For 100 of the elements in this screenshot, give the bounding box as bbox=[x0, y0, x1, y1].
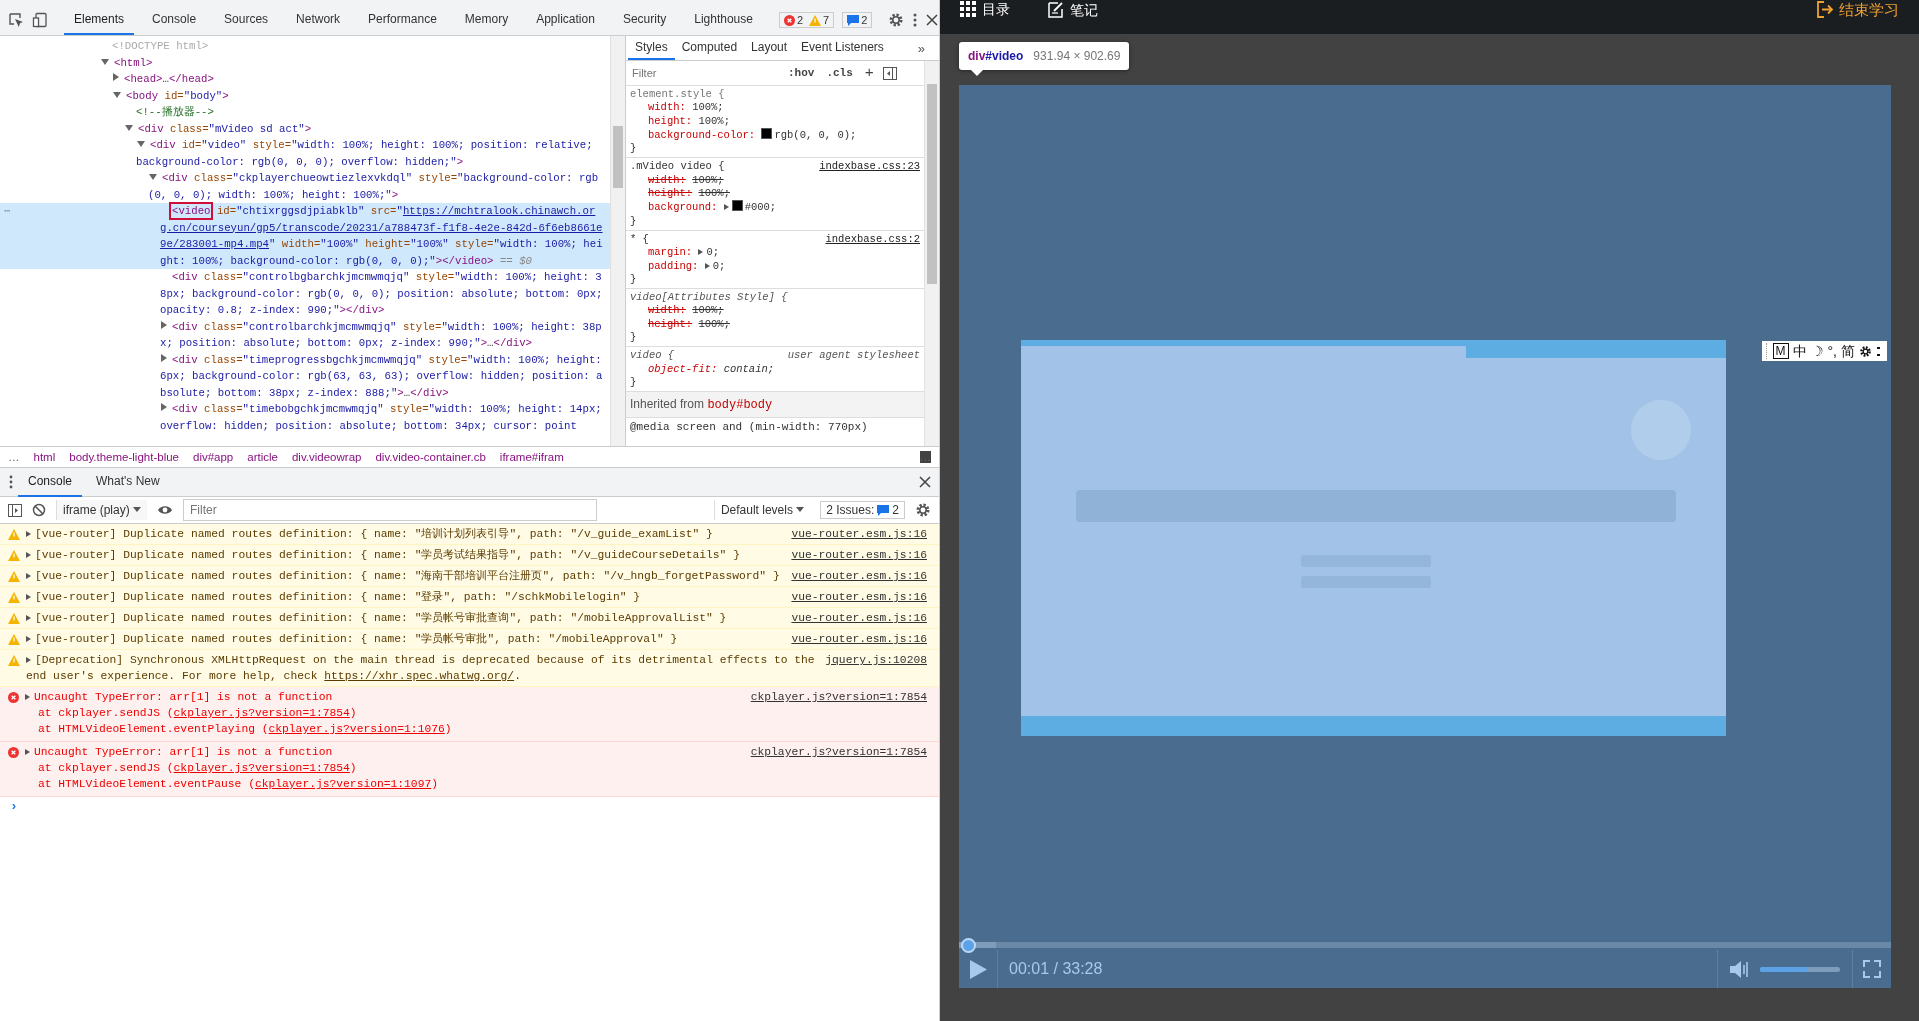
dom-node[interactable]: <div class="controlbgbarchkjmcmwmqjq" style="width: 100%; height: 38px; background-color: rgb(0, 0, 0); position: absolute; bottom: 0px; opacity: 0.8; z-index: 990;"></div> bbox=[0, 269, 610, 319]
scrollbar-track[interactable] bbox=[924, 61, 939, 446]
styles-tab[interactable]: Layout bbox=[744, 36, 795, 60]
drawer-tab[interactable]: Console bbox=[18, 467, 83, 497]
console-prompt[interactable]: › bbox=[0, 797, 939, 816]
source-link[interactable]: indexbase.css:2 bbox=[825, 232, 920, 247]
issues-button[interactable]: 2 Issues: 2 bbox=[820, 501, 905, 519]
settings-icon[interactable] bbox=[1859, 344, 1872, 358]
topbar-item[interactable]: 笔记 bbox=[1048, 1, 1098, 18]
close-icon[interactable] bbox=[926, 14, 939, 26]
source-link[interactable]: jquery.js:10208 bbox=[825, 652, 927, 668]
color-swatch[interactable] bbox=[731, 200, 743, 212]
console-message[interactable]: [vue-router] Duplicate named routes definition: { name: "培训计划列表引导", path: "/v_guide_examList" } bbox=[26, 526, 786, 542]
clear-console-icon[interactable] bbox=[32, 503, 46, 517]
console-message[interactable]: Uncaught TypeError: arr[1] is not a function bbox=[25, 689, 745, 705]
panel-tab[interactable]: Sources bbox=[214, 5, 279, 35]
stack-link[interactable]: ckplayer.js?version=1:7854 bbox=[173, 707, 350, 719]
settings-icon[interactable] bbox=[915, 502, 931, 518]
volume-slider[interactable] bbox=[1760, 966, 1840, 972]
breadcrumb[interactable]: html bbox=[33, 451, 56, 463]
source-link[interactable]: ckplayer.js?version=1:7854 bbox=[750, 744, 927, 760]
issue-counters[interactable]: 2 7 bbox=[778, 12, 835, 28]
stack-link[interactable]: ckplayer.js?version=1:7854 bbox=[173, 762, 350, 774]
panel-tab[interactable]: Performance bbox=[358, 5, 447, 35]
inherited-selector[interactable]: body#body bbox=[707, 398, 773, 413]
dom-node[interactable]: <!--播放器--> bbox=[0, 104, 610, 121]
stack-link[interactable]: ckplayer.js?version=1:1076 bbox=[268, 723, 445, 735]
scrollbar-track[interactable] bbox=[610, 36, 625, 446]
log-levels-dropdown[interactable]: Default levels bbox=[713, 500, 811, 520]
panel-tab[interactable]: Lighthouse bbox=[684, 5, 763, 35]
breadcrumb[interactable]: div.videowrap bbox=[291, 451, 362, 463]
eye-icon[interactable] bbox=[157, 504, 173, 516]
expand-arrow-icon[interactable] bbox=[26, 594, 31, 600]
dom-node[interactable]: <head>…</head> bbox=[0, 71, 610, 88]
drawer-tab[interactable]: What's New bbox=[86, 467, 170, 497]
styles-tab[interactable]: Styles bbox=[628, 36, 675, 60]
sidebar-toggle-icon[interactable] bbox=[882, 66, 897, 80]
source-link[interactable]: indexbase.css:23 bbox=[819, 160, 920, 174]
progress-handle[interactable] bbox=[960, 938, 976, 953]
ime-key[interactable]: °, bbox=[1827, 343, 1837, 359]
volume-icon[interactable] bbox=[1730, 959, 1750, 979]
source-link[interactable]: vue-router.esm.js:16 bbox=[791, 589, 927, 605]
breadcrumb-scroll-button[interactable]: … bbox=[8, 451, 20, 463]
source-link[interactable]: ckplayer.js?version=1:7854 bbox=[750, 689, 927, 705]
expand-arrow-icon[interactable] bbox=[26, 615, 31, 621]
new-rule-button[interactable]: + bbox=[861, 64, 877, 82]
console-filter-field[interactable]: Filter bbox=[183, 499, 597, 521]
more-tabs-button[interactable]: » bbox=[911, 39, 931, 57]
breadcrumb[interactable]: div#app bbox=[193, 451, 234, 463]
ime-key[interactable]: ☽ bbox=[1810, 343, 1824, 359]
more-options-icon[interactable] bbox=[912, 12, 919, 28]
breadcrumb[interactable]: article bbox=[247, 451, 278, 463]
expand-arrow-icon[interactable] bbox=[25, 749, 30, 755]
dom-node[interactable]: <div class="mVideo sd act"> bbox=[0, 120, 610, 137]
console-message[interactable]: [vue-router] Duplicate named routes definition: { name: "登录", path: "/schkMobilelogin" } bbox=[26, 589, 786, 605]
dom-node[interactable]: <div id="video" style="width: 100%; height: 100%; position: relative; background-color: rgb(0, 0, 0); overflow: hidden;"> bbox=[0, 137, 610, 170]
console-message[interactable]: [vue-router] Duplicate named routes definition: { name: "学员考试结果指导", path: "/v_guideCourseDetails" } bbox=[26, 547, 786, 563]
more-options-icon[interactable] bbox=[1876, 345, 1881, 357]
stack-link[interactable]: ckplayer.js?version=1:1097 bbox=[254, 778, 432, 790]
scrollbar-thumb[interactable] bbox=[927, 84, 937, 285]
dom-node[interactable]: <div class="timeprogressbgchkjmcmwmqjq" style="width: 100%; height: 6px; background-color: rgb(63, 63, 63); overflow: hidden; position: absolute; bottom: 38px; z-index: 888;">…</div> bbox=[0, 351, 610, 401]
expand-arrow-icon[interactable] bbox=[26, 636, 31, 642]
source-link[interactable]: vue-router.esm.js:16 bbox=[791, 610, 927, 626]
context-dropdown[interactable]: iframe (play) bbox=[56, 500, 147, 520]
breadcrumb[interactable]: iframe#ifram bbox=[499, 451, 564, 463]
panel-tab[interactable]: Elements bbox=[64, 5, 135, 35]
ime-toolbar[interactable]: M 中 ☽ °, 简 bbox=[1761, 341, 1887, 361]
dom-node[interactable]: <div class="ckplayerchueowtiezlexvkdql" style="background-color: rgb(0, 0, 0); width: 100%; height: 100%;"> bbox=[0, 170, 610, 203]
expand-arrow-icon[interactable] bbox=[698, 249, 704, 256]
play-icon[interactable] bbox=[969, 959, 987, 979]
panel-tab[interactable]: Security bbox=[612, 5, 677, 35]
message-count[interactable]: 2 bbox=[842, 12, 873, 28]
color-swatch[interactable] bbox=[761, 127, 773, 139]
expand-arrow-icon[interactable] bbox=[25, 694, 30, 700]
panel-tab[interactable]: Console bbox=[142, 5, 207, 35]
ime-key[interactable]: 简 bbox=[1841, 343, 1855, 359]
sidebar-toggle-icon[interactable] bbox=[8, 503, 22, 517]
fullscreen-icon[interactable] bbox=[1863, 960, 1881, 978]
breadcrumb[interactable]: body.theme-light-blue bbox=[69, 451, 179, 463]
close-icon[interactable] bbox=[919, 476, 931, 488]
console-message[interactable]: [vue-router] Duplicate named routes definition: { name: "海南干部培训平台注册页", path: "/v_hngb_forgetPassword" } bbox=[26, 568, 786, 584]
device-toolbar-icon[interactable] bbox=[32, 12, 48, 28]
expand-arrow-icon[interactable] bbox=[26, 573, 31, 579]
dom-node[interactable]: <html> bbox=[0, 54, 610, 71]
panel-tab[interactable]: Network bbox=[286, 5, 351, 35]
class-toggle[interactable]: .cls bbox=[823, 67, 856, 79]
expand-arrow-icon[interactable] bbox=[26, 657, 31, 663]
source-link[interactable]: vue-router.esm.js:16 bbox=[791, 547, 927, 563]
ime-key[interactable]: M bbox=[1772, 343, 1789, 359]
panel-tab[interactable]: Application bbox=[526, 5, 605, 35]
console-message[interactable]: [vue-router] Duplicate named routes definition: { name: "学员帐号审批查询", path: "/mobileApprovalList" } bbox=[26, 610, 786, 626]
message-link[interactable]: https://xhr.spec.whatwg.org/ bbox=[324, 670, 515, 682]
dom-node[interactable]: <div class="controlbarchkjmcmwmqjq" style="width: 100%; height: 38px; position: absolute; bottom: 0px; z-index: 990;">…</div> bbox=[0, 318, 610, 352]
source-link[interactable]: vue-router.esm.js:16 bbox=[791, 631, 927, 647]
topbar-item[interactable]: 目录 bbox=[960, 1, 1010, 17]
dom-node[interactable]: <div class="timebobgchkjmcmwmqjq" style="width: 100%; height: 14px; overflow: hidden; position: absolute; bottom: 34px; cursor: point bbox=[0, 401, 610, 434]
styles-tab[interactable]: Event Listeners bbox=[794, 36, 891, 60]
inspect-icon[interactable] bbox=[8, 12, 24, 28]
dom-node[interactable]: ⋯ <video id="chtixrggsdjpiabklb" src="https://mchtralook.chinawch.org.cn/courseyun/gp5/transcode/20231/a788473f-f1f8-4e2e-842d-6f6eb8661e9e/283001-mp4.mp4" width="100%" height="100%" style="width: 100%; height: 100%; background-color: rgb(0, 0, 0);"></video> == $0 bbox=[0, 203, 610, 269]
source-link[interactable]: vue-router.esm.js:16 bbox=[791, 568, 927, 584]
